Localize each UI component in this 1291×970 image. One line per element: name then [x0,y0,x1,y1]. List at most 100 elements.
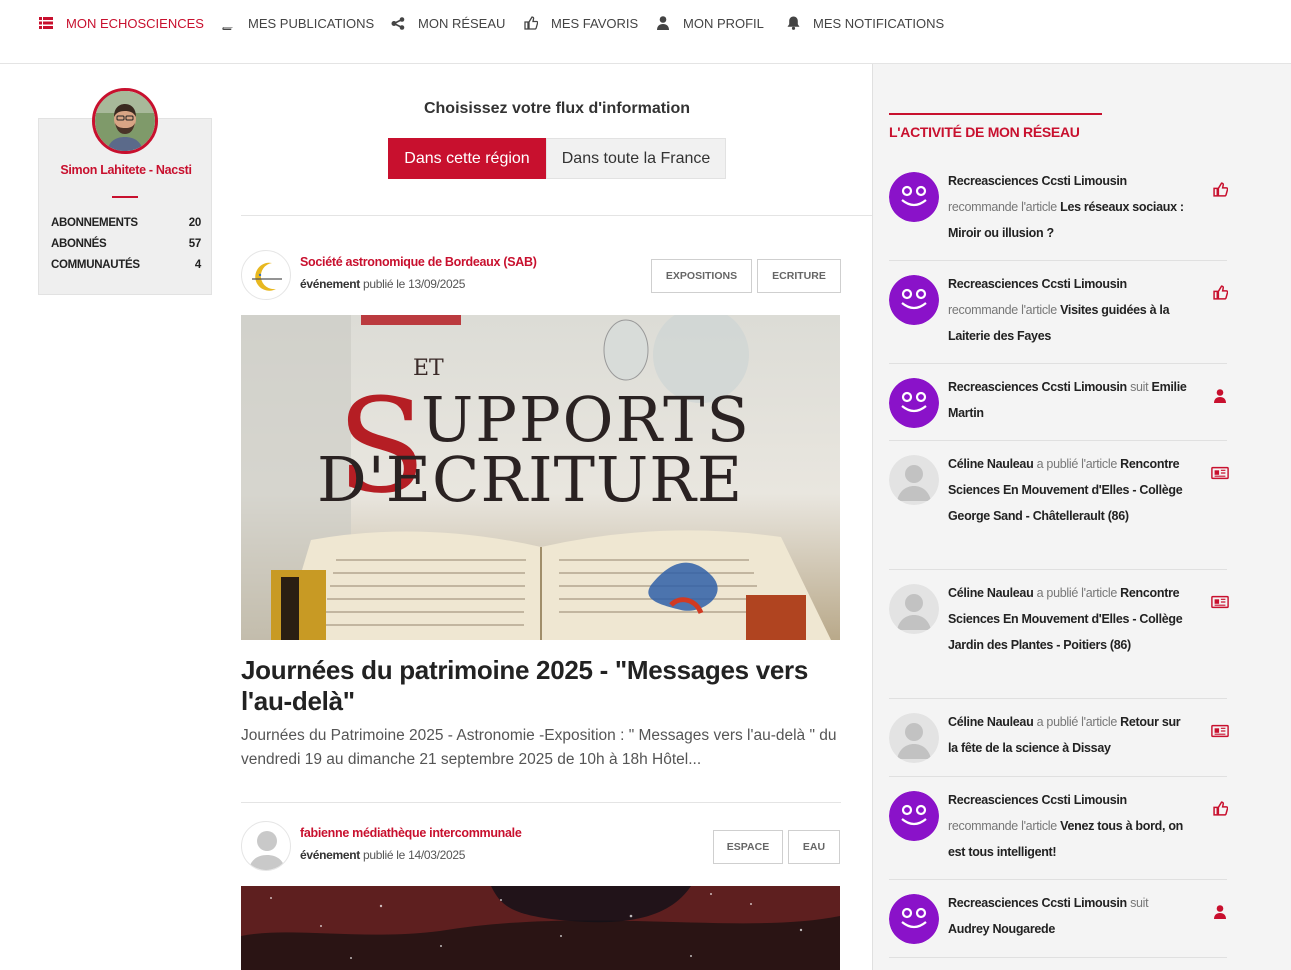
stat-value: 20 [188,217,202,229]
activity-avatar[interactable] [889,791,939,841]
user-icon [655,16,671,30]
newspaper-icon [1211,464,1229,482]
post-date: publié le 13/09/2025 [363,277,466,291]
activity-text: Céline Nauleau a publié l'article Rencon… [948,451,1188,529]
activity-text: Recreasciences Ccsti Limousin suit Emili… [948,374,1188,426]
activity-item[interactable]: Céline Nauleau a publié l'article Rencon… [889,451,1229,570]
activity-object[interactable]: Audrey Nougarede [948,922,1055,936]
divider [241,215,872,216]
feed-title: Choisissez votre flux d'information [423,100,691,117]
profile-name[interactable]: Simon Lahitete - Nacsti [39,163,213,177]
post-excerpt: Journées du Patrimoine 2025 - Astronomie… [241,727,837,768]
nav-mon-profil[interactable]: MON PROFIL [655,14,764,32]
share-icon [390,16,406,30]
stat-communautes[interactable]: COMMUNAUTÉS 4 [51,259,201,271]
book-icon [220,16,236,30]
activity-verb: a publié l'article [1036,457,1118,471]
activity-avatar[interactable] [889,455,939,505]
activity-verb: a publié l'article [1036,715,1118,729]
post-date: publié le 14/03/2025 [363,848,466,862]
org-logo[interactable] [241,821,291,871]
activity-text: Recreasciences Ccsti Limousin recommande… [948,271,1188,349]
activity-text: Recreasciences Ccsti Limousin suit Audre… [948,890,1188,942]
tag-ecriture[interactable]: ECRITURE [757,259,841,293]
post-title[interactable]: Journées du patrimoine 2025 - "Messages … [241,655,841,717]
nav-mon-echosciences[interactable]: MON ECHOSCIENCES [38,14,204,32]
activity-text: Céline Nauleau a publié l'article Rencon… [948,580,1188,658]
stat-label: ABONNÉS [51,238,107,250]
nav-label: MON PROFIL [683,15,764,31]
top-navigation: MON ECHOSCIENCES MES PUBLICATIONS MON RÉ… [0,0,1291,64]
thumbs-up-icon [1211,283,1229,301]
user-icon [1211,387,1229,405]
newspaper-icon [1211,722,1229,740]
stat-abonnes[interactable]: ABONNÉS 57 [51,238,201,250]
activity-text: Recreasciences Ccsti Limousin recommande… [948,168,1188,246]
post-kind: événement [300,848,360,862]
tag-expositions[interactable]: EXPOSITIONS [651,259,752,293]
post-kind: événement [300,277,360,291]
activity-text: Recreasciences Ccsti Limousin recommande… [948,787,1188,865]
activity-item[interactable]: Recreasciences Ccsti Limousin suit Emili… [889,374,1227,441]
list-icon [38,16,54,30]
nav-mes-notifications[interactable]: MES NOTIFICATIONS [785,14,944,32]
post-author[interactable]: fabienne médiathèque intercommunale [300,826,522,840]
activity-verb: recommande l'article [948,303,1057,317]
post-author[interactable]: Société astronomique de Bordeaux (SAB) [300,255,537,269]
nav-label: MES NOTIFICATIONS [813,15,945,31]
activity-actor[interactable]: Recreasciences Ccsti Limousin [948,793,1127,807]
nav-mes-favoris[interactable]: MES FAVORIS [523,14,638,32]
avatar[interactable] [92,88,158,154]
activity-avatar[interactable] [889,378,939,428]
activity-avatar[interactable] [889,894,939,944]
activity-actor[interactable]: Céline Nauleau [948,715,1034,729]
activity-verb: recommande l'article [948,819,1057,833]
activity-item[interactable]: Recreasciences Ccsti Limousin suit Audre… [889,890,1227,958]
activity-avatar[interactable] [889,713,939,763]
divider [112,196,138,198]
activity-text: Céline Nauleau a publié l'article Retour… [948,709,1188,761]
nav-label: MON RÉSEAU [418,15,506,31]
org-logo[interactable] [241,250,291,300]
stat-abonnements[interactable]: ABONNEMENTS 20 [51,217,201,229]
image-text-ecriture: D'ECRITURE [317,443,743,516]
activity-actor[interactable]: Recreasciences Ccsti Limousin [948,174,1127,188]
activity-title: L'ACTIVITÉ DE MON RÉSEAU [889,124,1080,140]
activity-item[interactable]: Céline Nauleau a publié l'article Rencon… [889,580,1229,699]
activity-verb: a publié l'article [1036,586,1118,600]
stat-value: 4 [194,259,201,271]
stat-value: 57 [188,238,202,250]
activity-item[interactable]: Céline Nauleau a publié l'article Retour… [889,709,1229,777]
toggle-france-button[interactable]: Dans toute la France [546,138,726,179]
nav-mes-publications[interactable]: MES PUBLICATIONS [220,14,374,32]
post-image[interactable]: ET S UPPORTS D'ECRITURE [241,315,840,640]
tag-espace[interactable]: ESPACE [713,830,783,864]
toggle-region-button[interactable]: Dans cette région [388,138,546,179]
post-meta: événement publié le 14/03/2025 [300,848,465,862]
post-meta: événement publié le 13/09/2025 [300,277,465,291]
activity-actor[interactable]: Céline Nauleau [948,586,1034,600]
tag-eau[interactable]: EAU [788,830,840,864]
activity-actor[interactable]: Recreasciences Ccsti Limousin [948,277,1127,291]
thumbs-up-icon [1211,799,1229,817]
nav-label: MES FAVORIS [551,15,639,31]
newspaper-icon [1211,593,1229,611]
activity-avatar[interactable] [889,275,939,325]
activity-verb: suit [1130,380,1149,394]
post-image[interactable] [241,886,840,970]
activity-avatar[interactable] [889,584,939,634]
stat-label: ABONNEMENTS [51,217,138,229]
stat-label: COMMUNAUTÉS [51,259,140,271]
section-divider [889,113,1102,115]
activity-item[interactable]: Recreasciences Ccsti Limousin recommande… [889,271,1229,364]
activity-actor[interactable]: Recreasciences Ccsti Limousin [948,896,1127,910]
activity-item[interactable]: Recreasciences Ccsti Limousin recommande… [889,168,1229,261]
bell-icon [785,16,801,30]
activity-item[interactable]: Recreasciences Ccsti Limousin recommande… [889,787,1229,880]
nav-mon-reseau[interactable]: MON RÉSEAU [390,14,505,32]
activity-actor[interactable]: Céline Nauleau [948,457,1034,471]
thumbs-up-icon [1211,180,1229,198]
activity-actor[interactable]: Recreasciences Ccsti Limousin [948,380,1127,394]
activity-verb: recommande l'article [948,200,1057,214]
activity-avatar[interactable] [889,172,939,222]
